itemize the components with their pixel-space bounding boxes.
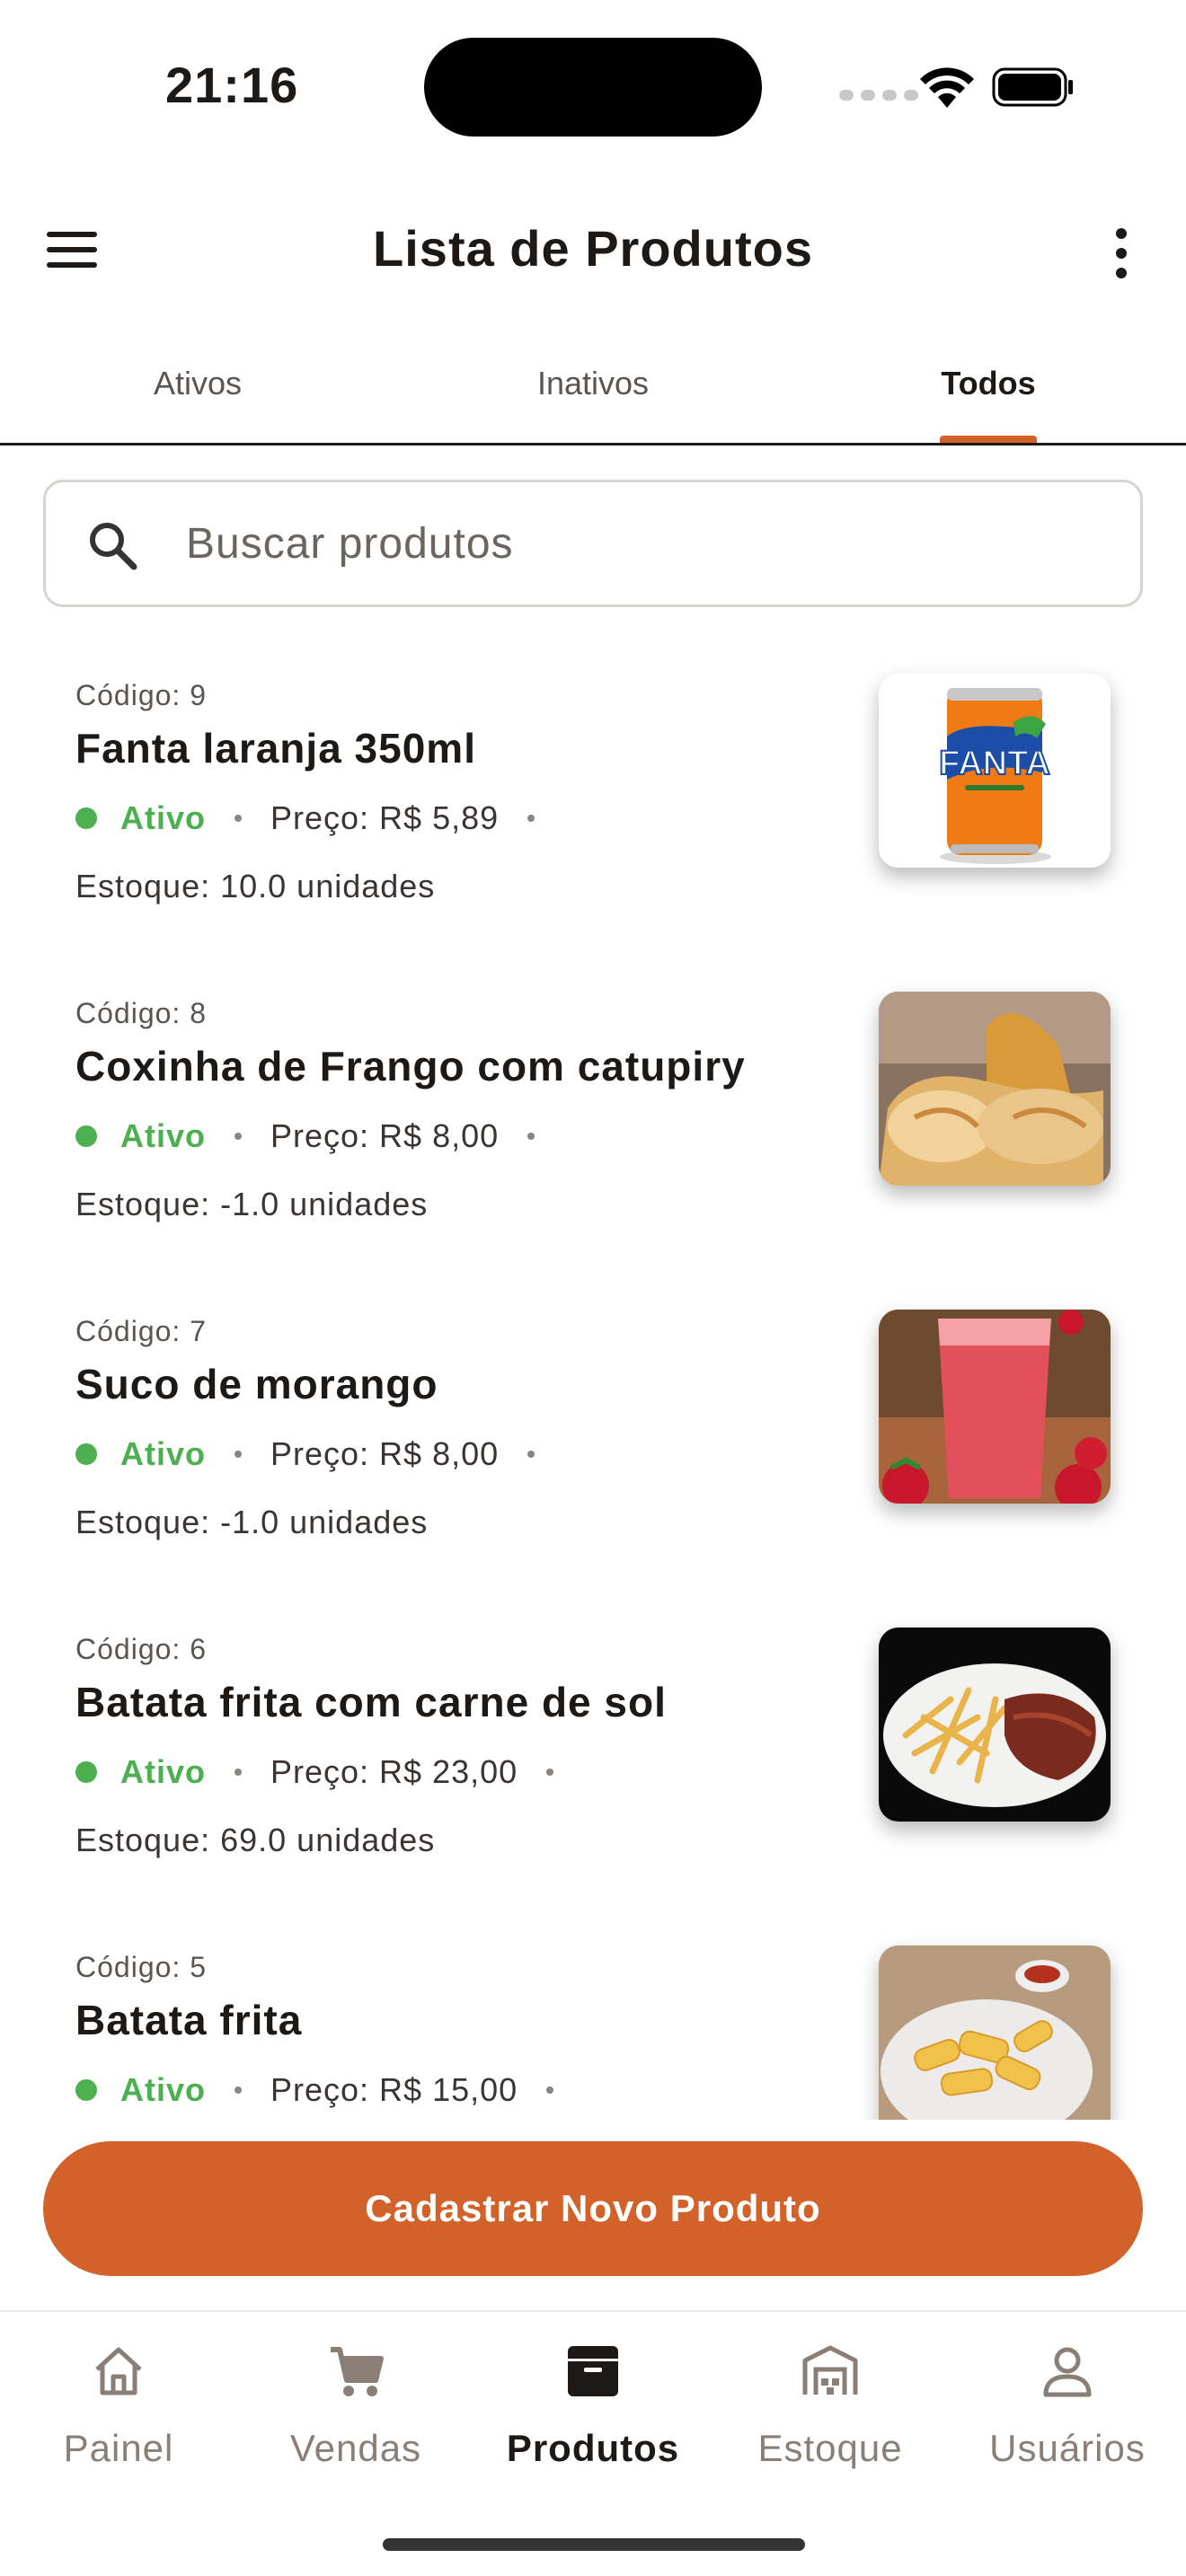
nav-item-produtos[interactable]: Produtos	[474, 2339, 712, 2519]
product-price: Preço: R$ 8,00	[270, 1435, 500, 1472]
status-badge: Ativo	[120, 1753, 206, 1790]
product-code: Código: 6	[75, 1633, 207, 1665]
status-dot	[75, 1443, 97, 1465]
product-meta: Ativo Preço: R$ 8,00	[75, 1117, 563, 1155]
product-stock: Estoque: 10.0 unidades	[75, 868, 436, 904]
nav-item-vendas[interactable]: Vendas	[237, 2339, 474, 2519]
tab-inativos[interactable]: Inativos	[395, 341, 791, 443]
product-item[interactable]: Código: 5 Batata frita Ativo Preço: R$ 1…	[0, 1910, 1186, 2120]
status-badge: Ativo	[120, 1117, 206, 1154]
more-options-icon[interactable]	[1107, 221, 1136, 286]
strawberry-juice-image	[879, 1310, 1111, 1504]
fanta-can-image: FANTA	[879, 674, 1111, 868]
nav-label: Estoque	[757, 2427, 903, 2469]
separator-dot	[235, 1133, 242, 1140]
product-stock: Estoque: -1.0 unidades	[75, 1186, 429, 1222]
nav-label: Vendas	[289, 2427, 422, 2469]
wifi-icon	[920, 67, 974, 108]
product-name: Suco de morango	[75, 1361, 438, 1407]
product-name: Coxinha de Frango com catupiry	[75, 1043, 746, 1090]
search-field[interactable]	[43, 480, 1143, 607]
search-input[interactable]	[186, 482, 1102, 604]
home-icon	[95, 2347, 142, 2395]
separator-dot	[546, 1769, 554, 1776]
product-meta: Ativo Preço: R$ 5,89	[75, 799, 563, 837]
product-code: Código: 8	[75, 997, 207, 1029]
product-item[interactable]: Código: 6 Batata frita com carne de sol …	[0, 1592, 1186, 1910]
status-badge: Ativo	[120, 799, 206, 836]
tab-todos[interactable]: Todos	[791, 341, 1186, 443]
product-meta: Ativo Preço: R$ 23,00	[75, 1753, 582, 1791]
fries-with-beef-image	[879, 1628, 1111, 1822]
user-icon	[1043, 2347, 1092, 2397]
nav-item-estoque[interactable]: Estoque	[712, 2339, 949, 2519]
product-code: Código: 7	[75, 1315, 207, 1347]
separator-dot	[235, 1769, 242, 1776]
nav-label: Usuários	[989, 2427, 1146, 2469]
product-price: Preço: R$ 8,00	[270, 1117, 500, 1154]
product-item[interactable]: Código: 8 Coxinha de Frango com catupiry…	[0, 956, 1186, 1274]
cellular-signal-icon	[839, 90, 918, 101]
home-indicator	[383, 2538, 805, 2551]
status-dot	[75, 2079, 97, 2101]
svg-text:FANTA: FANTA	[939, 745, 1050, 782]
product-meta: Ativo Preço: R$ 8,00	[75, 1435, 563, 1473]
tab-bar: Ativos Inativos Todos	[0, 341, 1186, 446]
nav-label: Painel	[63, 2427, 174, 2469]
product-price: Preço: R$ 5,89	[270, 799, 500, 836]
product-name: Batata frita com carne de sol	[75, 1679, 667, 1725]
product-stock: Estoque: -1.0 unidades	[75, 1504, 429, 1540]
fries-image	[879, 1945, 1111, 2120]
product-price: Preço: R$ 23,00	[270, 1753, 518, 1790]
product-stock: Estoque: 69.0 unidades	[75, 1822, 436, 1858]
status-badge: Ativo	[120, 2071, 206, 2108]
separator-dot	[235, 815, 242, 822]
search-icon	[90, 523, 137, 570]
product-name: Fanta laranja 350ml	[75, 725, 476, 772]
status-dot	[75, 807, 97, 829]
nav-label: Produtos	[506, 2427, 680, 2469]
status-bar: 21:16	[0, 0, 1186, 171]
battery-icon	[992, 67, 1073, 107]
nav-item-painel[interactable]: Painel	[0, 2339, 237, 2519]
product-item[interactable]: Código: 9 Fanta laranja 350ml Ativo Preç…	[0, 638, 1186, 956]
product-code: Código: 9	[75, 679, 207, 711]
status-badge: Ativo	[120, 1435, 206, 1472]
cart-icon	[331, 2347, 384, 2396]
archive-box-icon	[568, 2346, 618, 2396]
coxinha-image	[879, 992, 1111, 1186]
separator-dot	[235, 2086, 242, 2094]
separator-dot	[546, 2086, 554, 2094]
separator-dot	[527, 1451, 535, 1458]
separator-dot	[527, 1133, 535, 1140]
tab-ativos[interactable]: Ativos	[0, 341, 395, 443]
product-name: Batata frita	[75, 1997, 303, 2043]
add-product-button[interactable]: Cadastrar Novo Produto	[43, 2141, 1143, 2276]
status-time: 21:16	[165, 57, 299, 113]
product-meta: Ativo Preço: R$ 15,00	[75, 2071, 582, 2109]
product-code: Código: 5	[75, 1951, 207, 1983]
status-dot	[75, 1761, 97, 1783]
status-dot	[75, 1125, 97, 1147]
dynamic-island	[424, 38, 762, 137]
separator-dot	[527, 815, 535, 822]
app-bar: Lista de Produtos	[0, 189, 1186, 314]
bottom-navigation: Painel Vendas Produtos Estoque Usuários	[0, 2310, 1186, 2576]
warehouse-icon	[802, 2345, 858, 2395]
separator-dot	[235, 1451, 242, 1458]
nav-item-usuarios[interactable]: Usuários	[949, 2339, 1186, 2519]
product-list: Código: 9 Fanta laranja 350ml Ativo Preç…	[0, 638, 1186, 2120]
page-title: Lista de Produtos	[373, 220, 813, 277]
product-price: Preço: R$ 15,00	[270, 2071, 518, 2108]
product-item[interactable]: Código: 7 Suco de morango Ativo Preço: R…	[0, 1274, 1186, 1592]
